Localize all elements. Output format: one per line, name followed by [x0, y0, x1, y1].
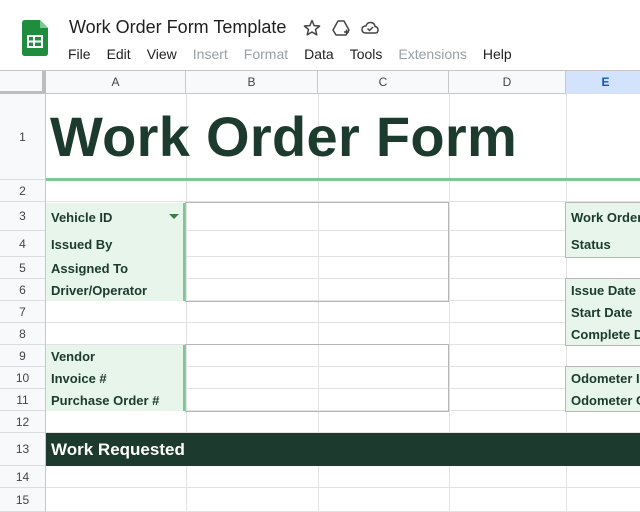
menu-edit[interactable]: Edit	[99, 44, 139, 64]
star-icon[interactable]	[302, 18, 322, 38]
column-header-row: ABCDE	[0, 70, 640, 94]
vendor-info-input-area[interactable]	[185, 344, 449, 412]
app-header: Work Order Form Template File Edit View Ins…	[0, 0, 640, 70]
menu-help[interactable]: Help	[475, 44, 520, 64]
column-header-e[interactable]: E	[566, 71, 640, 94]
gridline-row	[46, 487, 640, 488]
cloud-status-icon[interactable]	[360, 18, 380, 38]
menu-view[interactable]: View	[139, 44, 185, 64]
row-header-14[interactable]: 14	[0, 466, 45, 488]
row-header-6[interactable]: 6	[0, 279, 45, 301]
label-purchase-order-number[interactable]: Purchase Order #	[46, 389, 185, 411]
gridline-row	[46, 322, 640, 323]
label-vehicle-id-text: Vehicle ID	[51, 209, 113, 225]
row-header-7[interactable]: 7	[0, 301, 45, 323]
label-vendor[interactable]: Vendor	[46, 345, 185, 367]
row-header-13[interactable]: 13	[0, 433, 45, 466]
section-work-requested[interactable]: Work Requested	[46, 433, 640, 466]
row-header-5[interactable]: 5	[0, 257, 45, 279]
menu-file[interactable]: File	[60, 44, 99, 64]
menu-data[interactable]: Data	[296, 44, 342, 64]
menu-tools[interactable]: Tools	[342, 44, 391, 64]
row-header-12[interactable]: 12	[0, 411, 45, 433]
right-dates-box	[565, 278, 640, 346]
label-invoice-number[interactable]: Invoice #	[46, 367, 185, 389]
label-assigned-to[interactable]: Assigned To	[46, 257, 185, 279]
row-header-10[interactable]: 10	[0, 367, 45, 389]
column-header-a[interactable]: A	[46, 71, 186, 94]
label-driver-operator[interactable]: Driver/Operator	[46, 279, 185, 301]
dropdown-arrow-icon[interactable]	[169, 214, 179, 219]
row-header-column: 1 2 3 4 5 6 7 8 9 10 11 12 13 14 15	[0, 94, 46, 512]
right-top-box	[565, 202, 640, 258]
row-header-1[interactable]: 1	[0, 94, 45, 180]
select-all-corner[interactable]	[0, 71, 46, 94]
row-header-9[interactable]: 9	[0, 345, 45, 367]
column-header-b[interactable]: B	[186, 71, 318, 94]
menu-bar: File Edit View Insert Format Data Tools Extensi…	[60, 44, 520, 64]
row-header-2[interactable]: 2	[0, 180, 45, 202]
column-header-d[interactable]: D	[449, 71, 566, 94]
row-header-8[interactable]: 8	[0, 323, 45, 345]
vehicle-info-input-area[interactable]	[185, 202, 449, 302]
menu-extensions[interactable]: Extensions	[390, 44, 474, 64]
row-header-4[interactable]: 4	[0, 231, 45, 257]
right-odometer-box	[565, 366, 640, 412]
label-issued-by[interactable]: Issued By	[46, 231, 185, 257]
sheets-logo-icon[interactable]	[22, 20, 48, 56]
form-title[interactable]: Work Order Form	[50, 104, 517, 169]
move-to-drive-icon[interactable]	[331, 18, 351, 38]
menu-format[interactable]: Format	[236, 44, 296, 64]
document-title[interactable]: Work Order Form Template	[69, 17, 286, 38]
sheet-grid[interactable]: Work Order Form Vehicle ID Issued By Ass…	[46, 94, 640, 512]
label-vehicle-id[interactable]: Vehicle ID	[46, 203, 185, 231]
menu-insert[interactable]: Insert	[185, 44, 236, 64]
row-header-11[interactable]: 11	[0, 389, 45, 411]
row-header-3[interactable]: 3	[0, 202, 45, 231]
title-divider	[46, 178, 640, 181]
column-header-c[interactable]: C	[318, 71, 449, 94]
row-header-15[interactable]: 15	[0, 488, 45, 512]
